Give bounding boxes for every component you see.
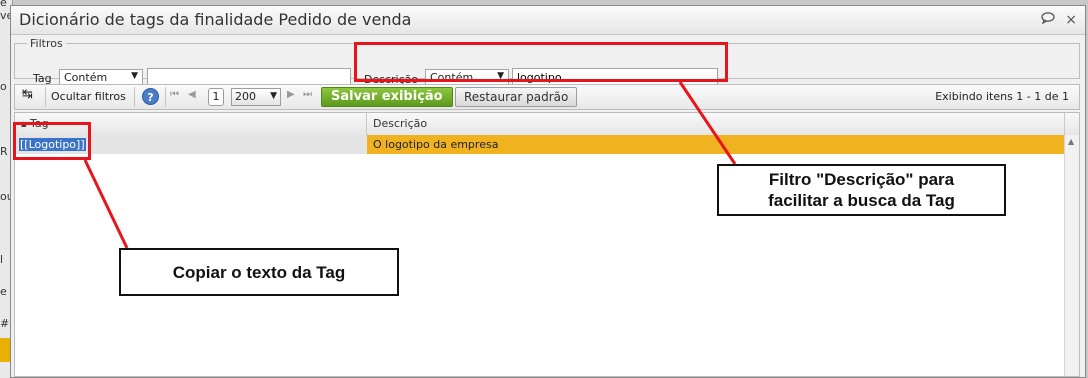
background-text: # bbox=[0, 317, 10, 330]
background-highlight bbox=[0, 338, 10, 362]
background-text: R bbox=[0, 145, 8, 158]
filters-legend: Filtros bbox=[30, 37, 63, 50]
help-icon[interactable]: ? bbox=[142, 88, 159, 105]
next-page-icon[interactable]: ▶ bbox=[287, 89, 295, 100]
page-number-input[interactable]: 1 bbox=[208, 88, 224, 106]
toolbar-divider bbox=[45, 87, 46, 107]
grid-toolbar: ↹ Ocultar filtros ? ⏮ ◀ 1 200 ▼ ▶ ⏭ Salv… bbox=[14, 84, 1080, 110]
filters-panel: Filtros Tag Contém ▼ Descrição Contém ▼ bbox=[14, 37, 1080, 87]
restore-default-button[interactable]: Restaurar padrão bbox=[455, 87, 578, 107]
column-header-descricao[interactable]: Descrição bbox=[367, 113, 1065, 135]
tag-operator-value: Contém bbox=[64, 71, 108, 84]
toolbar-divider bbox=[165, 87, 166, 107]
grid-scrollbar[interactable]: ▲ bbox=[1064, 135, 1079, 376]
first-page-icon[interactable]: ⏮ bbox=[170, 89, 179, 100]
grid-header: ▴ Tag Descrição bbox=[15, 113, 1079, 136]
tags-grid: ▴ Tag Descrição [[Logotipo]] O logotipo … bbox=[14, 112, 1080, 377]
last-page-icon[interactable]: ⏭ bbox=[303, 89, 312, 100]
descricao-cell: O logotipo da empresa bbox=[367, 135, 1065, 154]
page-size-value: 200 bbox=[235, 90, 256, 103]
dropdown-arrow-icon: ▼ bbox=[131, 71, 138, 81]
items-count-text: Exibindo itens 1 - 1 de 1 bbox=[935, 90, 1069, 103]
prev-page-icon[interactable]: ◀ bbox=[188, 89, 196, 100]
background-text: o bbox=[0, 80, 7, 93]
dialog-title: Dicionário de tags da finalidade Pedido … bbox=[19, 10, 412, 29]
background-text: l bbox=[0, 253, 4, 266]
column-header-tag[interactable]: ▴ Tag bbox=[15, 113, 367, 135]
callout-line: facilitar a busca da Tag bbox=[768, 191, 955, 210]
dropdown-arrow-icon: ▼ bbox=[497, 71, 504, 81]
refresh-icon[interactable]: ↹ bbox=[22, 87, 33, 102]
tag-text[interactable]: [[Logotipo]] bbox=[19, 138, 86, 151]
close-icon[interactable]: × bbox=[1065, 12, 1077, 28]
save-view-button[interactable]: Salvar exibição bbox=[321, 87, 453, 107]
descricao-operator-value: Contém bbox=[430, 71, 474, 84]
title-icons: × bbox=[1035, 12, 1077, 28]
chat-bubble-icon[interactable] bbox=[1041, 12, 1059, 28]
callout-line: Filtro "Descrição" para bbox=[768, 170, 955, 189]
hide-filters-button[interactable]: Ocultar filtros bbox=[51, 90, 126, 103]
table-row[interactable]: [[Logotipo]] O logotipo da empresa bbox=[15, 135, 1065, 154]
copy-tag-callout: Copiar o texto da Tag bbox=[119, 248, 399, 296]
descricao-filter-callout: Filtro "Descrição" para facilitar a busc… bbox=[717, 164, 1006, 216]
toolbar-divider bbox=[134, 87, 135, 107]
tag-cell[interactable]: [[Logotipo]] bbox=[15, 135, 367, 154]
background-text: e bbox=[0, 285, 7, 298]
dialog-titlebar: Dicionário de tags da finalidade Pedido … bbox=[11, 6, 1085, 35]
page-size-select[interactable]: 200 ▼ bbox=[231, 88, 281, 106]
dropdown-arrow-icon: ▼ bbox=[270, 91, 277, 101]
scroll-up-icon[interactable]: ▲ bbox=[1068, 137, 1074, 146]
